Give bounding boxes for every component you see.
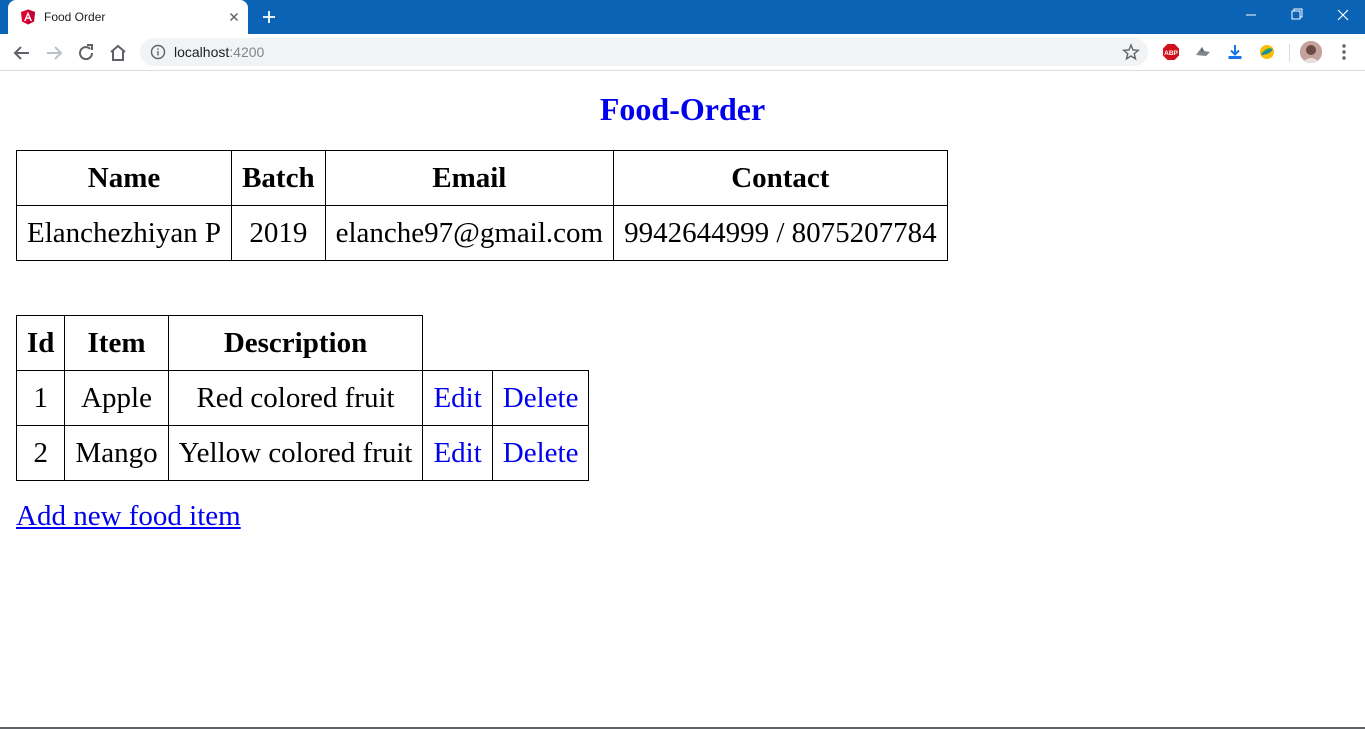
url-port: :4200 — [229, 44, 265, 60]
extension-leaf-icon[interactable] — [1258, 43, 1276, 61]
table-row: 1 Apple Red colored fruit Edit Delete — [15, 370, 590, 426]
column-header-name: Name — [15, 150, 233, 206]
column-header-batch: Batch — [231, 150, 326, 206]
url-host: localhost — [174, 44, 230, 60]
empty-header-cell — [423, 316, 492, 371]
angular-icon — [21, 9, 35, 25]
plus-icon[interactable] — [259, 7, 279, 27]
info-icon[interactable] — [150, 44, 166, 60]
student-email-cell: elanche97@gmail.com — [324, 205, 615, 261]
page-content: Food-Order Name Batch Email Contact Elan… — [0, 71, 1365, 729]
delete-button[interactable]: Delete — [491, 370, 590, 426]
close-icon[interactable] — [226, 9, 242, 25]
bookmark-star-icon[interactable] — [1122, 43, 1140, 61]
student-name-cell: Elanchezhiyan P — [15, 205, 233, 261]
food-item-cell: Apple — [64, 370, 169, 426]
window-close-icon[interactable] — [1320, 0, 1365, 30]
food-description-cell: Red colored fruit — [167, 370, 424, 426]
column-header-email: Email — [324, 150, 615, 206]
food-id-cell: 2 — [15, 425, 66, 481]
student-batch-cell: 2019 — [231, 205, 326, 261]
table-header-row: Name Batch Email Contact — [15, 150, 948, 206]
kebab-menu-icon[interactable] — [1336, 43, 1352, 61]
restore-icon[interactable] — [1274, 0, 1320, 30]
svg-text:ABP: ABP — [1164, 50, 1178, 57]
empty-header-cell — [492, 316, 589, 371]
edit-button[interactable]: Edit — [422, 425, 493, 481]
reload-icon[interactable] — [74, 41, 98, 65]
browser-tab[interactable]: Food Order — [8, 0, 248, 34]
food-id-cell: 1 — [15, 370, 66, 426]
forward-arrow-icon[interactable] — [42, 41, 66, 65]
table-row: Elanchezhiyan P 2019 elanche97@gmail.com… — [15, 205, 948, 261]
food-items-table: Id Item Description 1 Apple Red colored … — [15, 315, 590, 481]
student-contact-cell: 9942644999 / 8075207784 — [613, 205, 948, 261]
table-header-row: Id Item Description — [15, 315, 589, 371]
page-title: Food-Order — [599, 91, 766, 127]
student-info-table: Name Batch Email Contact Elanchezhiyan P… — [15, 150, 948, 261]
url-text[interactable]: localhost:4200 — [174, 44, 264, 60]
browser-toolbar: localhost:4200 ABP — [0, 34, 1365, 71]
column-header-item: Item — [64, 315, 169, 371]
address-bar[interactable]: localhost:4200 — [140, 38, 1148, 66]
tab-title: Food Order — [44, 10, 106, 24]
edit-button[interactable]: Edit — [422, 370, 493, 426]
extension-shark-icon[interactable] — [1194, 43, 1212, 61]
minimize-icon[interactable] — [1228, 0, 1274, 30]
food-description-cell: Yellow colored fruit — [167, 425, 424, 481]
browser-titlebar: Food Order — [0, 0, 1365, 34]
profile-avatar[interactable] — [1300, 41, 1322, 63]
column-header-description: Description — [167, 315, 424, 371]
avatar-image — [1300, 41, 1322, 63]
add-food-item-link[interactable]: Add new food item — [16, 496, 241, 536]
home-icon[interactable] — [106, 41, 130, 65]
column-header-contact: Contact — [613, 150, 948, 206]
food-item-cell: Mango — [64, 425, 169, 481]
column-header-id: Id — [15, 315, 66, 371]
table-row: 2 Mango Yellow colored fruit Edit Delete — [15, 425, 590, 481]
toolbar-separator — [1289, 44, 1290, 62]
delete-button[interactable]: Delete — [491, 425, 590, 481]
download-icon[interactable] — [1226, 43, 1244, 61]
adblock-plus-icon[interactable]: ABP — [1162, 43, 1180, 61]
back-arrow-icon[interactable] — [10, 41, 34, 65]
